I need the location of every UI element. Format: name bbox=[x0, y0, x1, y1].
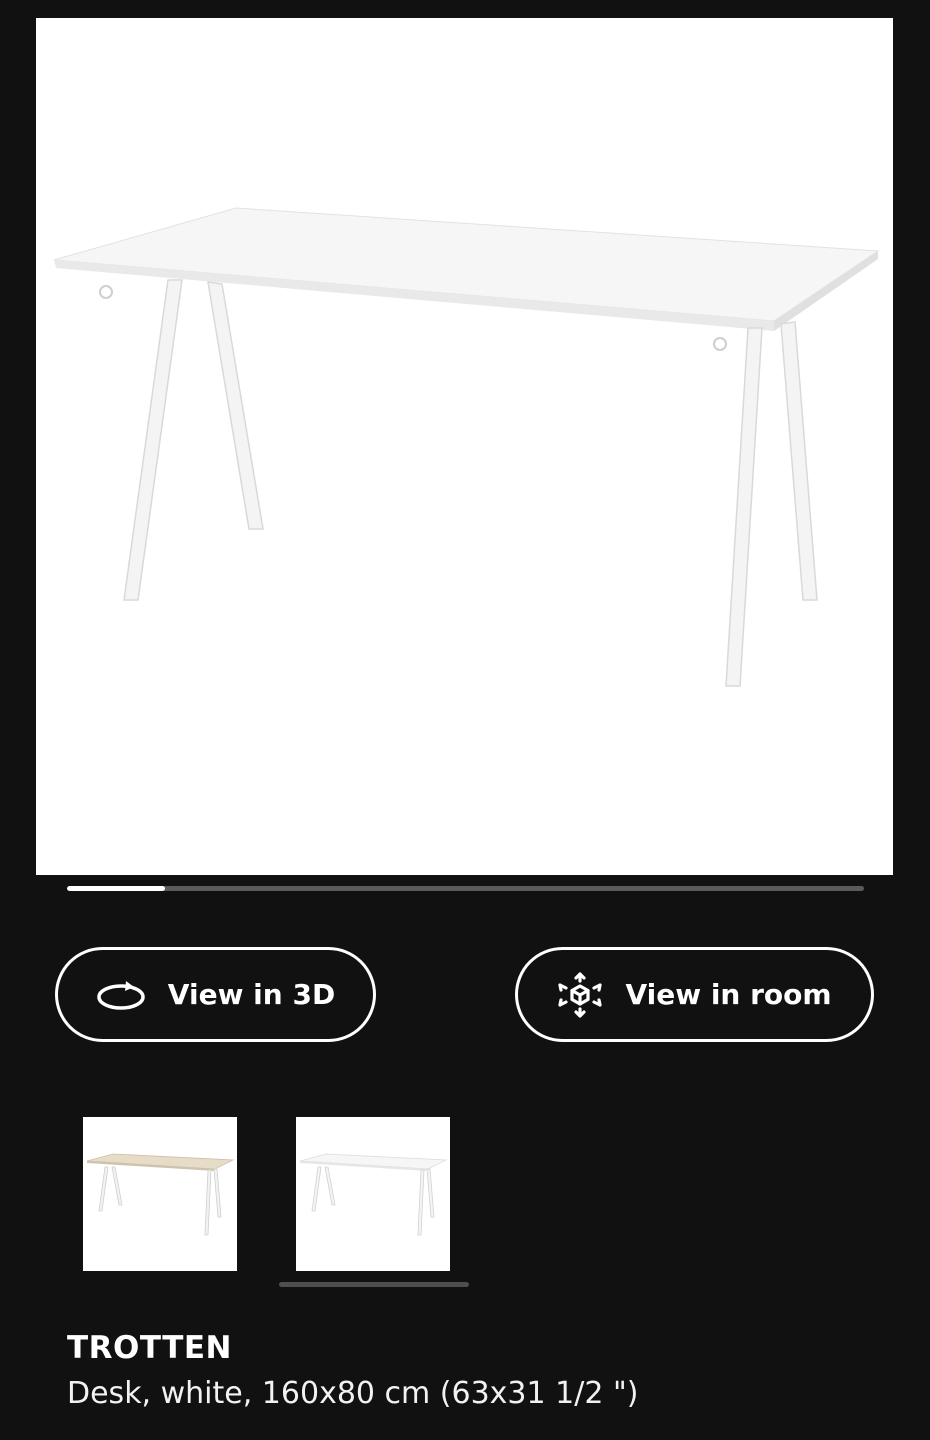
view-in-room-button[interactable]: View in room bbox=[515, 947, 874, 1042]
view-in-room-label: View in room bbox=[625, 978, 832, 1011]
rotate-360-icon bbox=[96, 978, 146, 1012]
thumbnail-desk-beige[interactable] bbox=[83, 1117, 237, 1271]
thumbnail-desk-white[interactable] bbox=[296, 1117, 450, 1271]
view-in-3d-button[interactable]: View in 3D bbox=[55, 947, 376, 1042]
desk-beige-thumbnail-image bbox=[86, 1153, 235, 1236]
product-name: TROTTEN bbox=[67, 1330, 232, 1366]
gallery-progress-fill bbox=[67, 886, 166, 891]
desk-illustration bbox=[53, 207, 880, 687]
ar-cube-icon bbox=[557, 971, 603, 1019]
thumbnail-selected-indicator bbox=[279, 1282, 469, 1287]
product-description: Desk, white, 160x80 cm (63x31 1/2 ") bbox=[67, 1376, 639, 1411]
desk-white-thumbnail-image bbox=[299, 1153, 448, 1236]
view-in-3d-label: View in 3D bbox=[167, 978, 336, 1011]
gallery-progress-bar bbox=[67, 886, 864, 891]
product-hero-image[interactable] bbox=[36, 18, 893, 875]
